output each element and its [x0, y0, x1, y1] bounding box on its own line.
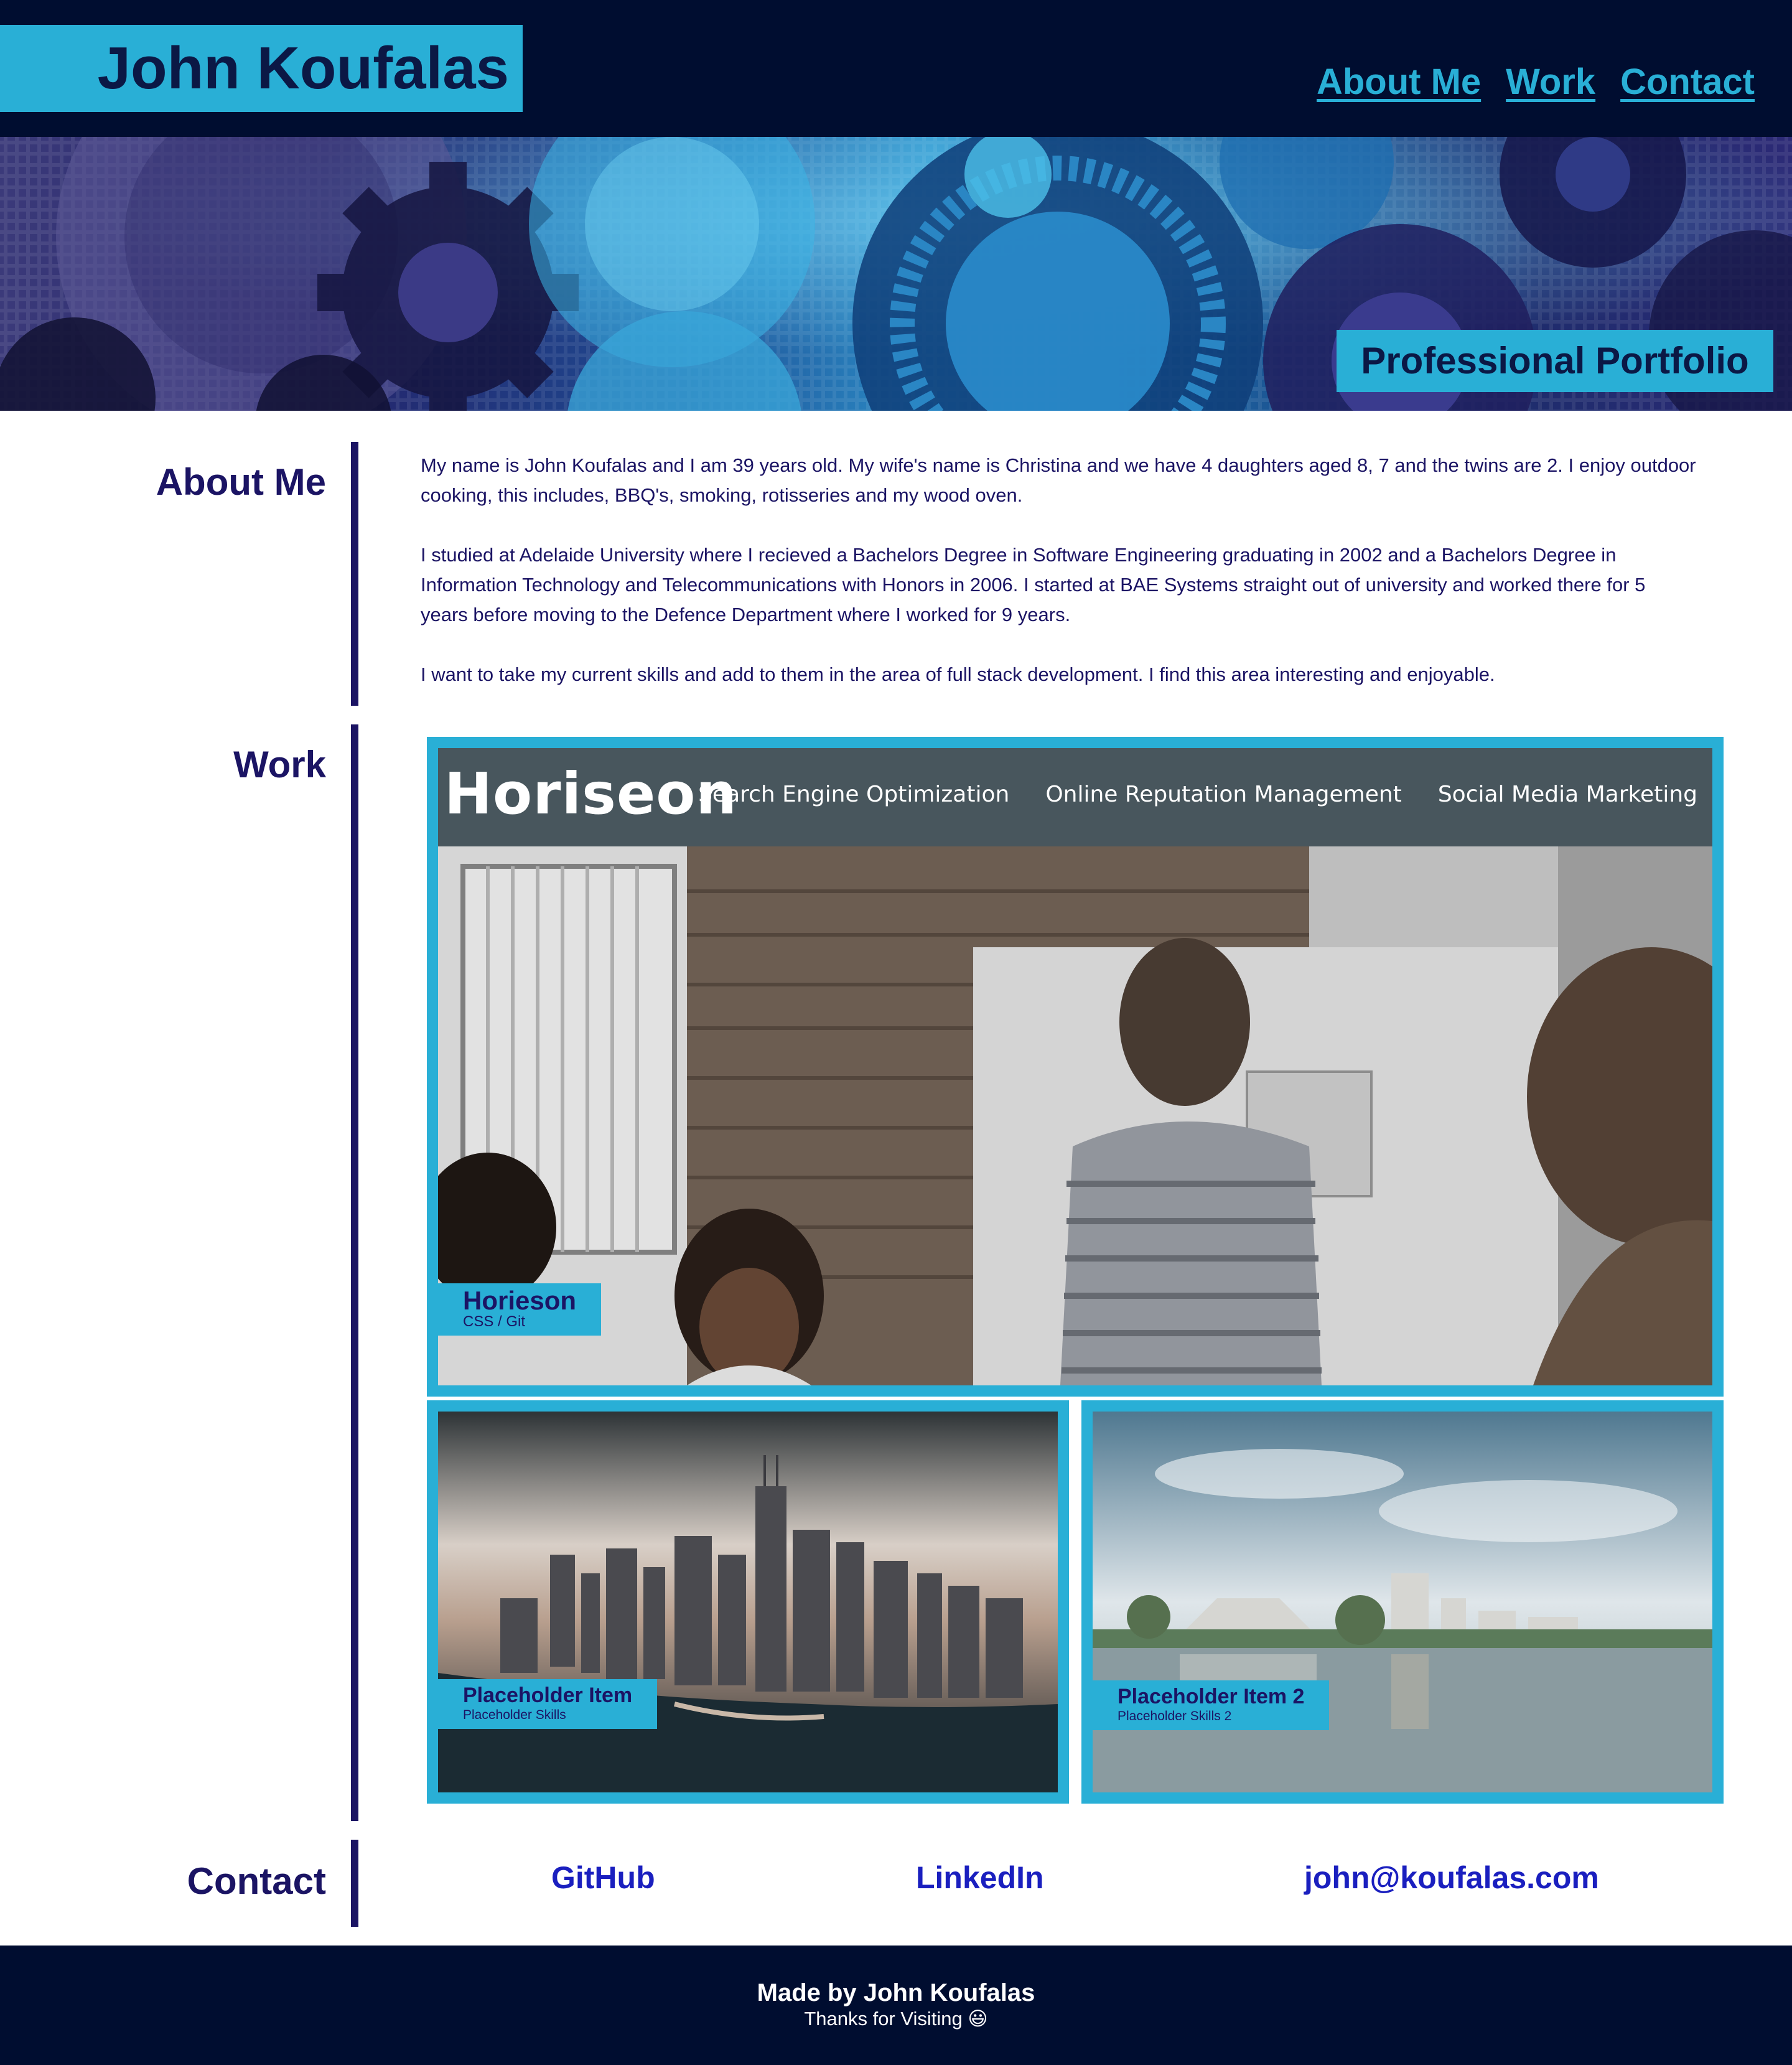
about-paragraph: My name is John Koufalas and I am 39 yea… — [421, 454, 1696, 506]
project-title: Horieson — [463, 1286, 577, 1315]
contact-section-title: Contact — [187, 1860, 326, 1902]
project-label[interactable]: Horieson CSS / Git — [438, 1283, 602, 1336]
project-skills: Placeholder Skills — [463, 1708, 566, 1722]
portfolio-badge: Professional Portfolio — [1337, 330, 1773, 392]
city-photo: Placeholder Item Placeholder Skills — [438, 1412, 1058, 1792]
hero-banner: Professional Portfolio — [0, 137, 1792, 411]
work-divider — [351, 724, 358, 1821]
project-skills: CSS / Git — [463, 1313, 526, 1330]
horiseon-nav-item: Online Reputation Management — [1045, 782, 1402, 807]
project-card-placeholder-1[interactable]: Placeholder Item Placeholder Skills — [427, 1400, 1069, 1804]
about-paragraph: I want to take my current skills and add… — [421, 663, 1495, 685]
horiseon-nav-item: Search Engine Optimization — [698, 782, 1010, 807]
about-paragraph: I studied at Adelaide University where I… — [421, 544, 1646, 625]
river-city-photo: Placeholder Item 2 Placeholder Skills 2 — [1093, 1412, 1712, 1792]
footer-made-by: Made by John Koufalas — [757, 1979, 1035, 2006]
horiseon-header-bar: Horiseon Search Engine Optimization Onli… — [438, 748, 1712, 846]
project-title: Placeholder Item 2 — [1118, 1685, 1305, 1708]
project-label[interactable]: Placeholder Item Placeholder Skills — [438, 1679, 658, 1729]
about-text: My name is John Koufalas and I am 39 yea… — [421, 451, 1696, 719]
project-skills: Placeholder Skills 2 — [1118, 1709, 1232, 1723]
github-link[interactable]: GitHub — [551, 1860, 655, 1896]
site-header: John Koufalas About Me Work Contact — [0, 0, 1792, 137]
horiseon-screenshot: Horiseon Search Engine Optimization Onli… — [438, 748, 1712, 1385]
project-label[interactable]: Placeholder Item 2 Placeholder Skills 2 — [1093, 1680, 1330, 1730]
contact-divider — [351, 1840, 358, 1927]
project-card-placeholder-2[interactable]: Placeholder Item 2 Placeholder Skills 2 — [1081, 1400, 1724, 1804]
nav-link-contact[interactable]: Contact — [1620, 61, 1755, 103]
river-city-image — [1093, 1412, 1712, 1792]
project-title: Placeholder Item — [463, 1683, 633, 1707]
email-link[interactable]: john@koufalas.com — [1304, 1860, 1599, 1896]
horiseon-nav-item: Social Media Marketing — [1437, 782, 1697, 807]
main-nav: About Me Work Contact — [1317, 61, 1755, 103]
site-logo[interactable]: John Koufalas — [0, 25, 523, 112]
horiseon-logo: Horiseon — [444, 761, 737, 827]
site-footer: Made by John Koufalas Thanks for Visitin… — [0, 1946, 1792, 2065]
about-section-title: About Me — [156, 461, 326, 503]
horiseon-nav: Search Engine Optimization Online Reputa… — [698, 782, 1697, 807]
nav-link-about[interactable]: About Me — [1317, 61, 1481, 103]
footer-thanks: Thanks for Visiting 😃 — [804, 2008, 988, 2030]
work-section-title: Work — [233, 744, 326, 785]
nav-link-work[interactable]: Work — [1506, 61, 1595, 103]
about-divider — [351, 442, 358, 706]
project-card-featured[interactable]: Horiseon Search Engine Optimization Onli… — [427, 737, 1724, 1397]
city-skyline-image — [438, 1412, 1058, 1792]
linkedin-link[interactable]: LinkedIn — [916, 1860, 1044, 1896]
contact-links: GitHub LinkedIn john@koufalas.com — [421, 1860, 1727, 1903]
